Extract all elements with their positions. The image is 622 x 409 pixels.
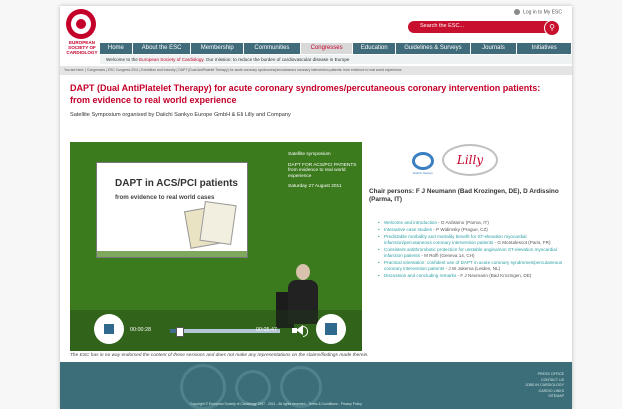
breadcrumb[interactable]: You are here: | Congresses | ESC Congres… xyxy=(60,66,572,75)
program-item[interactable]: Discussion and concluding remarks - F J … xyxy=(378,273,570,279)
disclaimer: The ESC has in no way endorsed the conte… xyxy=(70,353,369,358)
video-player[interactable]: DAPT in ACS/PCI patients from evidence t… xyxy=(70,142,362,351)
brand-name: EUROPEAN SOCIETY OF CARDIOLOGY xyxy=(66,40,98,55)
journal-image xyxy=(199,200,237,246)
time-elapsed: 00:00:28 xyxy=(130,327,151,333)
search-icon[interactable]: ⚲ xyxy=(544,20,560,36)
copyright: Copyright © European Society of Cardiolo… xyxy=(190,402,362,406)
esc-link[interactable]: European Society of Cardiology xyxy=(139,57,203,62)
program-item[interactable]: Practical orientation: confident use of … xyxy=(378,260,570,272)
footer-link-jobs[interactable]: JOBS IN CARDIOLOGY xyxy=(525,383,564,389)
login-link[interactable]: Log in to My ESC xyxy=(513,9,562,15)
stop-button[interactable] xyxy=(94,314,124,344)
slide-subtitle: from evidence to real world cases xyxy=(115,194,215,201)
esc-logo[interactable]: EUROPEAN SOCIETY OF CARDIOLOGY xyxy=(62,8,100,56)
page-subtitle: Satellite Symposium organised by Daiichi… xyxy=(70,112,291,118)
nav-item-journals[interactable]: Journals xyxy=(470,43,518,54)
nav-item-about[interactable]: About the ESC xyxy=(132,43,192,54)
program-item[interactable]: Welcome and introduction - D Ardissino (… xyxy=(378,220,570,226)
program-item[interactable]: Consistent antithrombotic protection for… xyxy=(378,247,570,259)
chair-persons: Chair persons: F J Neumann (Bad Krozinge… xyxy=(369,188,559,203)
lilly-logo: Lilly xyxy=(442,144,498,176)
fullscreen-button[interactable] xyxy=(316,314,346,344)
page-title: DAPT (Dual AntiPlatelet Therapy) for acu… xyxy=(70,83,541,105)
nav-item-home[interactable]: Home xyxy=(100,43,133,54)
footer-link-sitemap[interactable]: SITEMAP xyxy=(525,394,564,400)
footer-decoration xyxy=(235,370,271,406)
main-nav: Home About the ESC Membership Communitie… xyxy=(100,43,572,54)
nav-item-initiatives[interactable]: Initiatives xyxy=(517,43,572,54)
footer-links: PRESS OFFICE CONTACT US JOBS IN CARDIOLO… xyxy=(525,372,564,400)
fullscreen-icon xyxy=(325,323,337,335)
program-list: Welcome and introduction - D Ardissino (… xyxy=(376,220,570,280)
time-total: 00:05:47 xyxy=(256,327,277,333)
slide-title: DAPT in ACS/PCI patients xyxy=(115,178,238,189)
symposium-info: Satellite symposium DAPT FOR ACS/PCI PAT… xyxy=(288,152,357,190)
program-item[interactable]: Interactive case studies - P Widimsky (P… xyxy=(378,227,570,233)
nav-item-guidelines[interactable]: Guidelines & Surveys xyxy=(396,43,471,54)
daiichi-sankyo-logo: Daiichi-Sankyo xyxy=(410,152,436,176)
search-input[interactable]: Search the ESC... ⚲ xyxy=(408,20,560,36)
program-item[interactable]: Predictable morbidity and mortality bene… xyxy=(378,234,570,246)
footer: PRESS OFFICE CONTACT US JOBS IN CARDIOLO… xyxy=(60,362,572,409)
video-controls: 00:00:28 00:05:47 xyxy=(70,310,362,351)
user-icon xyxy=(513,9,520,15)
stop-icon xyxy=(104,324,114,334)
volume-icon[interactable] xyxy=(292,325,308,337)
mission-banner: Welcome to the European Society of Cardi… xyxy=(100,55,572,64)
nav-item-membership[interactable]: Membership xyxy=(191,43,245,54)
seek-handle[interactable] xyxy=(175,327,184,337)
nav-item-communities[interactable]: Communities xyxy=(244,43,301,54)
page: EUROPEAN SOCIETY OF CARDIOLOGY Log in to… xyxy=(60,6,572,409)
presentation-slide: DAPT in ACS/PCI patients from evidence t… xyxy=(96,162,248,258)
header: EUROPEAN SOCIETY OF CARDIOLOGY Log in to… xyxy=(60,6,572,55)
nav-item-education[interactable]: Education xyxy=(353,43,397,54)
nav-item-congresses[interactable]: Congresses xyxy=(300,43,354,54)
